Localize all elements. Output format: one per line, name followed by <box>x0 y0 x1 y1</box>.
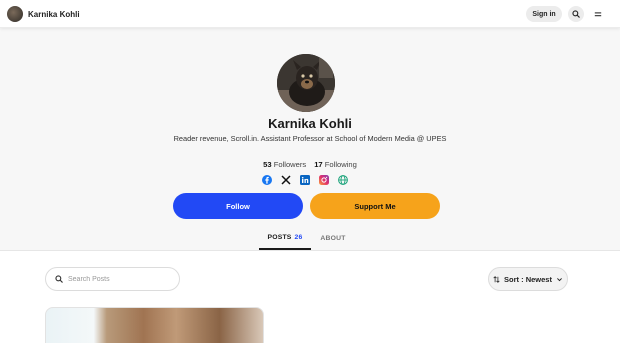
globe-icon <box>338 175 348 185</box>
social-links <box>262 175 348 185</box>
tab-about[interactable]: ABOUT <box>316 226 350 250</box>
follow-button[interactable]: Follow <box>173 193 303 219</box>
tab-posts[interactable]: POSTS 26 <box>259 226 311 250</box>
brand-link[interactable]: Karnika Kohli <box>7 6 80 22</box>
website-link[interactable] <box>338 175 348 185</box>
x-link[interactable] <box>281 175 291 185</box>
chevron-down-icon <box>557 277 562 281</box>
profile-name: Karnika Kohli <box>268 116 352 131</box>
search-button[interactable] <box>568 6 584 22</box>
followers-count: 53 <box>263 160 272 169</box>
profile-stats: 53 Followers 17 Following <box>0 160 620 169</box>
following-label: Following <box>324 160 357 169</box>
tabs-divider <box>0 250 620 251</box>
support-me-button[interactable]: Support Me <box>310 193 440 219</box>
facebook-link[interactable] <box>262 175 272 185</box>
search-icon <box>572 10 580 18</box>
followers-link[interactable]: 53 Followers <box>263 160 306 169</box>
profile-avatar <box>277 54 335 112</box>
brand-name: Karnika Kohli <box>28 9 80 19</box>
tab-posts-label: POSTS <box>267 233 292 241</box>
profile-bio: Reader revenue, Scroll.in. Assistant Pro… <box>173 134 447 143</box>
dog-photo-image <box>277 54 335 112</box>
search-icon <box>55 275 63 283</box>
menu-icon <box>594 11 602 16</box>
instagram-link[interactable] <box>319 175 329 185</box>
followers-label: Followers <box>273 160 307 169</box>
tab-posts-count: 26 <box>294 233 303 241</box>
instagram-icon <box>319 175 329 185</box>
post-card-thumbnail[interactable] <box>45 307 264 343</box>
search-posts-field[interactable] <box>45 267 180 291</box>
sort-dropdown[interactable]: Sort : Newest <box>488 267 568 291</box>
sign-in-button[interactable]: Sign in <box>526 6 562 22</box>
sort-icon <box>493 275 500 283</box>
facebook-icon <box>262 175 272 185</box>
following-link[interactable]: 17 Following <box>314 160 357 169</box>
menu-button[interactable] <box>590 6 606 22</box>
sort-label: Sort : Newest <box>504 274 552 284</box>
linkedin-icon <box>300 175 310 185</box>
following-count: 17 <box>314 160 323 169</box>
search-posts-input[interactable] <box>68 275 168 283</box>
top-navigation-bar: Karnika Kohli Sign in <box>0 0 620 28</box>
linkedin-link[interactable] <box>300 175 310 185</box>
x-icon <box>281 175 291 185</box>
brand-avatar <box>7 6 23 22</box>
